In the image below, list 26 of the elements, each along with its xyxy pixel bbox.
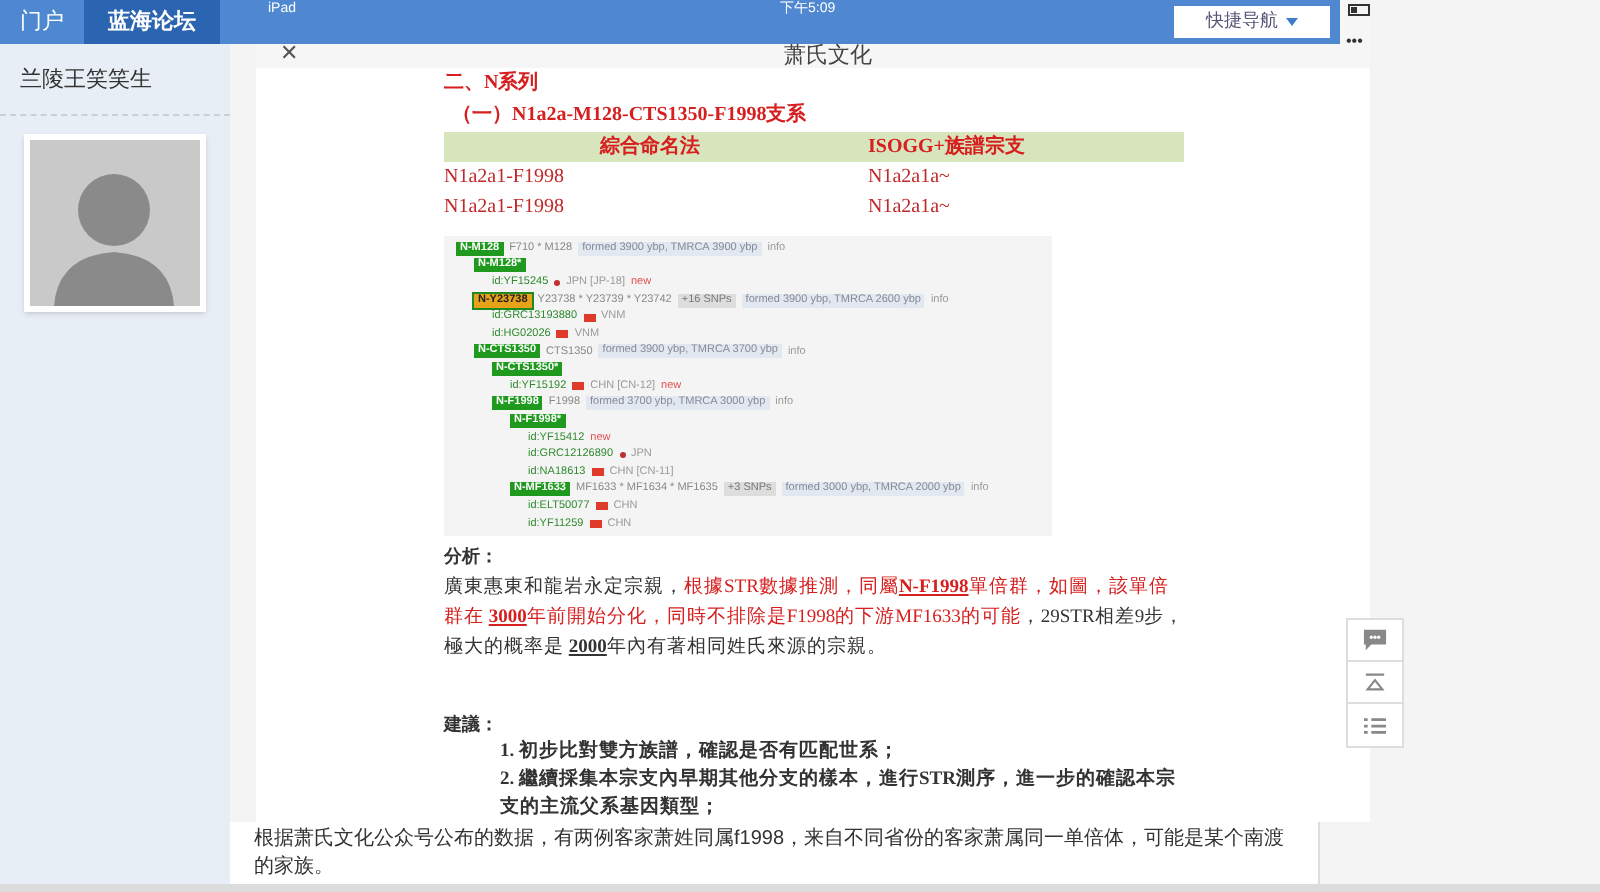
analysis-paragraph: 廣東惠東和龍岩永定宗親，根據STR數據推測，同屬N-F1998單倍群，如圖，該單倍群在 3000年前開始分化，同時不排除是F1998的下游MF1633的可能，29STR相差9步，極大的概率是 2000年內有著相同姓氏來源的宗親。 [444,574,1187,661]
nav-tab[interactable]: 蓝海论坛 [84,0,220,44]
close-icon[interactable]: ✕ [280,44,298,66]
speech-bubble-icon [1362,628,1388,652]
quick-nav-button[interactable]: 快捷导航 [1174,6,1330,38]
subsection-heading: （一）N1a2a-M128-CTS1350-F1998支系 [450,101,809,130]
table-cell-text: N1a2a1-F1998 [444,164,566,192]
nav-tab[interactable]: 门户 [0,0,84,44]
column-header: ISOGG+族譜宗支 [866,132,1027,162]
advice-item: 2. 繼續採集本宗支內早期其他分支的樣本，進行STR測序，進一步的確認本宗支的主流父系基因類型； [500,766,1178,822]
list-icon [1364,715,1386,735]
caret-icon [1286,18,1298,26]
username[interactable]: 兰陵王笑笑生 [20,68,152,92]
image-title: 萧氏文化 [784,44,872,68]
up-arrow-icon [1364,672,1386,692]
table-cell-text: N1a2a1-F1998 [444,194,566,222]
table-cell-text: N1a2a1a~ [868,164,952,192]
more-icon[interactable]: ••• [1346,34,1363,50]
advice-label: 建議： [444,711,500,737]
battery-icon [1348,4,1372,16]
analysis-label: 分析： [444,544,500,570]
column-header: 綜合命名法 [597,133,702,162]
table-cell-text: N1a2a1a~ [868,194,952,222]
post-text: 根据萧氏文化公众号公布的数据，有两例客家萧姓同属f1998，来自不同省份的客家萧属同一单倍体，可能是某个南渡的家族。 [254,826,1287,882]
advice-item: 1. 初步比對雙方族譜，確認是否有匹配世系； [500,738,901,766]
section-heading: 二、N系列 [444,69,541,98]
